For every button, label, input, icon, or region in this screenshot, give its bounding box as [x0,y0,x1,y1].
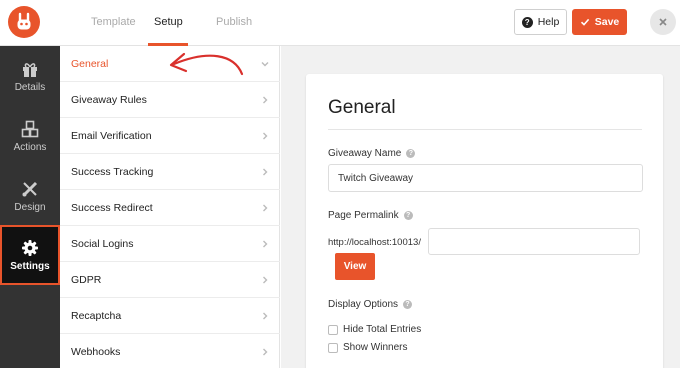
chevron-right-icon [263,96,268,104]
subnav-item-label: Social Logins [71,237,134,250]
help-button[interactable]: ? Help [514,9,567,35]
subnav-item-label: Webhooks [71,346,121,358]
rail-item-actions[interactable]: Actions [0,106,60,166]
subnav-item-recaptcha[interactable]: Recaptcha [60,298,280,334]
chevron-right-icon [263,132,268,140]
help-tooltip-icon[interactable]: ? [403,300,413,309]
close-button[interactable] [650,9,676,35]
hide-total-entries-checkbox[interactable] [328,324,338,335]
gear-icon [22,239,38,256]
subnav-item-webhooks[interactable]: Webhooks [60,334,280,368]
top-bar: Template Setup Publish ? Help Save [0,0,680,46]
subnav-item-social-logins[interactable]: Social Logins [60,226,280,262]
question-icon: ? [521,16,533,28]
subnav-item-label: Email Verification [71,129,152,142]
display-options-label: Display Options ? [328,299,413,310]
rail-item-label: Actions [13,141,47,153]
field-label-text: Page Permalink [328,210,399,221]
builder-sidebar: Details Actions Design Settings [0,46,60,368]
checkbox-label: Hide Total Entries [343,324,422,335]
save-button-label: Save [594,16,620,28]
page-permalink-label: Page Permalink ? [328,210,413,221]
chevron-right-icon [263,312,268,320]
help-button-label: Help [537,16,560,28]
check-icon [580,18,589,26]
hide-total-entries-option[interactable]: Hide Total Entries [328,324,421,335]
help-tooltip-icon[interactable]: ? [403,211,413,220]
chevron-right-icon [263,240,268,248]
show-winners-option[interactable]: Show Winners [328,342,407,353]
subnav-item-label: GDPR [71,273,102,286]
giveaway-name-label: Giveaway Name ? [328,148,416,159]
rail-item-design[interactable]: Design [0,166,60,226]
chevron-right-icon [263,348,268,356]
annotation-arrow-icon [169,52,244,76]
close-icon [659,18,667,26]
subnav-item-label: Recaptcha [71,309,122,322]
rafflepress-logo-icon [8,6,40,38]
settings-subnav: General Giveaway Rules Email Verificatio… [60,46,280,368]
view-button[interactable]: View [335,253,375,280]
tab-template[interactable]: Template [91,16,136,28]
subnav-item-label: Success Tracking [71,165,154,178]
subnav-item-label: General [71,57,109,70]
subnav-item-success-redirect[interactable]: Success Redirect [60,190,280,226]
subnav-item-label: Success Redirect [71,201,153,214]
cubes-icon [21,120,39,137]
rail-item-label: Design [14,201,46,213]
chevron-right-icon [263,276,268,284]
chevron-down-icon [261,62,269,67]
subnav-item-giveaway-rules[interactable]: Giveaway Rules [60,82,280,118]
permalink-slug-input[interactable] [428,228,640,255]
rail-item-details[interactable]: Details [0,46,60,106]
giveaway-name-input[interactable]: Twitch Giveaway [328,164,643,192]
chevron-right-icon [263,204,268,212]
tab-publish[interactable]: Publish [216,16,252,28]
subnav-item-label: Giveaway Rules [71,93,147,106]
chevron-right-icon [263,168,268,176]
field-label-text: Display Options [328,299,399,310]
gift-icon [23,62,37,77]
input-value: Twitch Giveaway [338,172,414,184]
rail-item-label: Settings [10,260,50,272]
save-button[interactable]: Save [572,9,627,35]
rail-item-label: Details [14,81,46,93]
subnav-item-email-verification[interactable]: Email Verification [60,118,280,154]
permalink-prefix: http://localhost:10013/ [328,237,421,248]
help-tooltip-icon[interactable]: ? [406,149,416,158]
tab-setup[interactable]: Setup [154,16,183,28]
field-label-text: Giveaway Name [328,148,402,159]
subnav-item-success-tracking[interactable]: Success Tracking [60,154,280,190]
rail-item-settings[interactable]: Settings [0,225,60,285]
brush-ruler-icon [22,181,38,196]
subnav-item-gdpr[interactable]: GDPR [60,262,280,298]
section-title: General [328,97,396,118]
checkbox-label: Show Winners [343,342,408,353]
show-winners-checkbox[interactable] [328,342,338,353]
divider [328,129,642,130]
